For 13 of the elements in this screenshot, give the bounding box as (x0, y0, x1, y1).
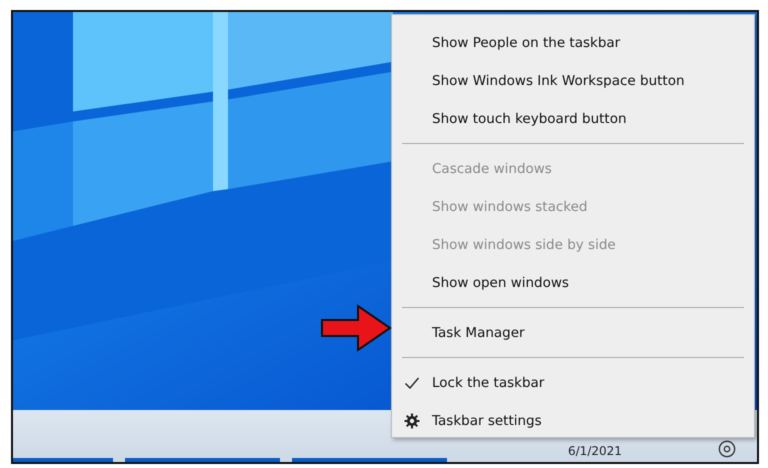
taskbar-button[interactable] (292, 458, 447, 462)
menu-item[interactable]: Lock the taskbar (392, 364, 754, 402)
gear-icon (404, 413, 420, 429)
menu-item[interactable]: Show open windows (392, 264, 754, 302)
menu-item[interactable]: Show Windows Ink Workspace button (392, 62, 754, 100)
menu-item[interactable]: Show touch keyboard button (392, 100, 754, 138)
clock-date: 6/1/2021 (568, 444, 622, 458)
menu-item[interactable]: Show People on the taskbar (392, 24, 754, 62)
taskbar-button[interactable] (13, 458, 113, 462)
notification-icon[interactable] (718, 440, 736, 458)
taskbar-button[interactable] (125, 458, 280, 462)
menu-item[interactable]: Task Manager (392, 314, 754, 352)
menu-item[interactable]: Taskbar settings (392, 402, 754, 440)
